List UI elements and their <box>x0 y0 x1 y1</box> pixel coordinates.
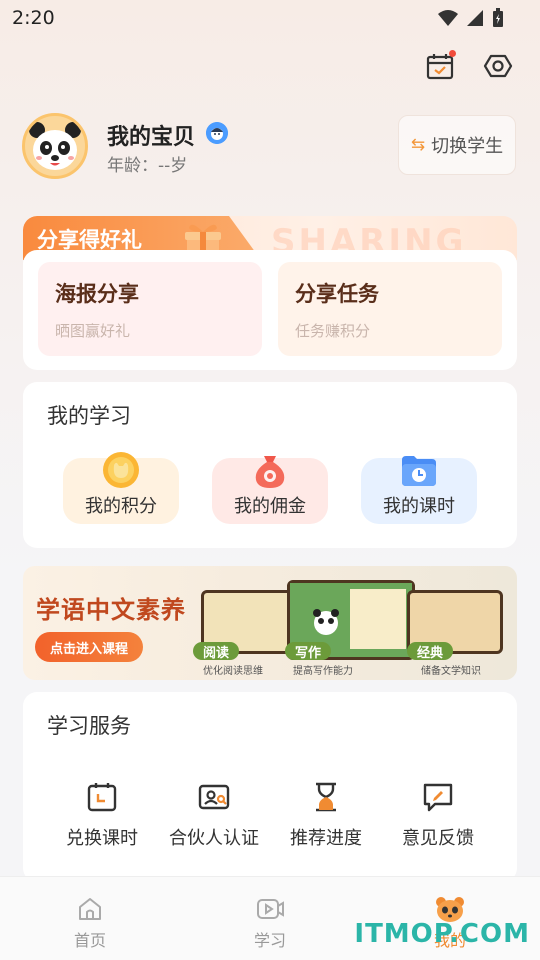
reading-caption: 优化阅读思维 <box>203 666 263 677</box>
nav-study-label: 学习 <box>253 931 286 950</box>
home-icon <box>79 898 101 920</box>
my-study-title: 我的学习 <box>47 404 131 428</box>
calendar-clock-icon <box>87 783 117 812</box>
money-bag-icon <box>255 456 285 488</box>
writing-caption: 提高写作能力 <box>293 666 353 677</box>
my-points-label: 我的积分 <box>85 496 157 517</box>
profile-name: 我的宝贝 <box>107 125 196 150</box>
course-banner[interactable]: 学语中文素养 点击进入课程 阅读 写作 经典 优化阅读思维 提高写作能力 储备文… <box>23 566 517 680</box>
share-task-subtitle: 任务赚积分 <box>295 322 371 340</box>
status-bar: 2:20 <box>0 0 540 38</box>
hourglass-icon <box>316 782 336 812</box>
classic-tag: 经典 <box>407 642 454 661</box>
learning-services-card: 学习服务 兑换课时 合伙人认证 推荐进度 意见反馈 <box>23 692 517 882</box>
enter-course-button[interactable]: 点击进入课程 <box>35 632 143 662</box>
profile-section: 我的宝贝 年龄：--岁 ⇆ 切换学生 <box>22 113 518 181</box>
my-study-card: 我的学习 我的积分 我的佣金 我的课时 <box>23 382 517 548</box>
poster-share-title: 海报分享 <box>55 282 139 306</box>
my-lessons-button[interactable]: 我的课时 <box>361 456 477 524</box>
top-actions <box>422 48 516 84</box>
writing-tag: 写作 <box>285 642 332 661</box>
signal-icon <box>467 10 483 26</box>
bottom-nav: 首页 学习 我的 ITMOP.COM <box>0 876 540 960</box>
nav-study[interactable]: 学习 <box>230 895 310 951</box>
recommend-progress-label: 推荐进度 <box>290 828 362 849</box>
switch-student-button[interactable]: ⇆ 切换学生 <box>398 115 516 175</box>
redeem-lessons-button[interactable]: 兑换课时 <box>47 780 157 850</box>
switch-student-label: 切换学生 <box>431 136 504 157</box>
reading-tag: 阅读 <box>193 642 240 661</box>
my-commission-label: 我的佣金 <box>234 496 306 517</box>
classic-caption: 储备文学知识 <box>421 666 481 677</box>
recommend-progress-button[interactable]: 推荐进度 <box>271 780 381 850</box>
swap-arrows-icon: ⇆ <box>410 135 426 155</box>
site-watermark: ITMOP.COM <box>354 919 530 949</box>
share-body: 海报分享 晒图赢好礼 分享任务 任务赚积分 <box>23 250 517 370</box>
feedback-button[interactable]: 意见反馈 <box>383 780 493 850</box>
coin-icon <box>103 452 139 488</box>
video-icon <box>257 899 284 919</box>
my-points-button[interactable]: 我的积分 <box>63 452 179 524</box>
nav-home[interactable]: 首页 <box>50 895 130 951</box>
my-lessons-label: 我的课时 <box>383 496 455 517</box>
share-card: SHARING 分享得好礼 海报分享 晒图赢好礼 分享任务 任务赚积分 <box>23 216 517 370</box>
redeem-lessons-label: 兑换课时 <box>66 828 138 849</box>
partner-cert-button[interactable]: 合伙人认证 <box>159 780 269 850</box>
feedback-icon <box>423 783 453 812</box>
wifi-icon <box>438 10 458 26</box>
calendar-checkin-button[interactable] <box>422 48 458 84</box>
share-task-title: 分享任务 <box>295 282 379 306</box>
battery-icon <box>493 8 503 27</box>
status-time: 2:20 <box>12 7 55 29</box>
avatar[interactable] <box>22 113 88 179</box>
notification-dot <box>449 50 456 57</box>
panda-avatar-icon <box>29 122 81 170</box>
share-task-button[interactable]: 分享任务 任务赚积分 <box>278 262 502 356</box>
my-commission-button[interactable]: 我的佣金 <box>212 456 328 524</box>
boy-badge-icon <box>206 122 228 144</box>
poster-share-button[interactable]: 海报分享 晒图赢好礼 <box>38 262 262 356</box>
id-card-icon <box>198 784 230 810</box>
banner-title: 学语中文素养 <box>36 596 186 624</box>
profile-age: 年龄：--岁 <box>107 156 188 176</box>
nav-home-label: 首页 <box>73 931 106 950</box>
services-title: 学习服务 <box>47 714 131 738</box>
gear-icon <box>483 54 513 78</box>
clock-folder-icon <box>402 456 436 486</box>
poster-share-subtitle: 晒图赢好礼 <box>55 322 131 340</box>
settings-button[interactable] <box>480 48 516 84</box>
status-icons <box>438 8 504 28</box>
feedback-label: 意见反馈 <box>402 828 474 849</box>
partner-cert-label: 合伙人认证 <box>169 828 259 849</box>
